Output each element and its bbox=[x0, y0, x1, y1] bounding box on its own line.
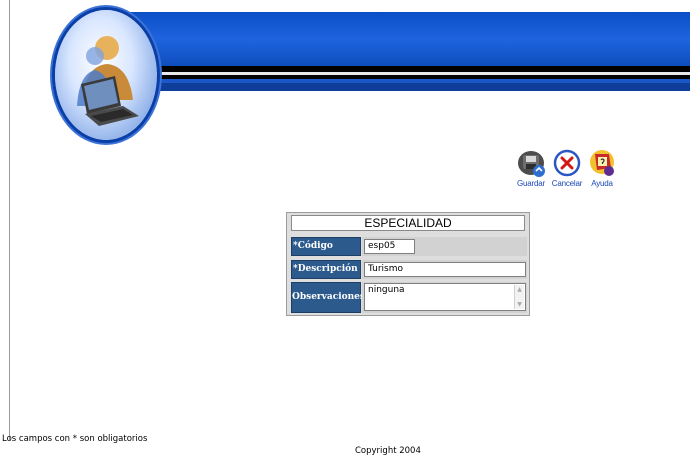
header-banner bbox=[120, 12, 690, 72]
observaciones-textarea[interactable]: ninguna ▲ ▼ bbox=[364, 283, 526, 311]
cancel-label: Cancelar bbox=[551, 179, 583, 188]
banner-stripe bbox=[140, 83, 690, 91]
codigo-input[interactable]: esp05 bbox=[364, 239, 415, 254]
help-button[interactable]: Ayuda bbox=[585, 148, 619, 188]
codigo-label: *Código bbox=[291, 237, 361, 256]
textarea-scrollbar[interactable]: ▲ ▼ bbox=[514, 285, 524, 309]
save-label: Guardar bbox=[517, 179, 545, 188]
descripcion-label: *Descripción bbox=[291, 260, 361, 279]
descripcion-input[interactable]: Turismo bbox=[364, 262, 526, 277]
scroll-up-icon[interactable]: ▲ bbox=[516, 286, 523, 293]
help-icon bbox=[590, 150, 614, 176]
observaciones-label: Observaciones bbox=[291, 282, 365, 313]
logo-emblem bbox=[55, 10, 157, 140]
especialidad-form: ESPECIALIDAD *Código esp05 *Descripción … bbox=[286, 212, 530, 316]
action-toolbar: Guardar Cancelar Ayuda bbox=[514, 148, 618, 194]
left-border bbox=[9, 0, 10, 440]
form-title: ESPECIALIDAD bbox=[291, 215, 525, 231]
cancel-button[interactable]: Cancelar bbox=[550, 148, 584, 188]
required-fields-note: Los campos con * son obligatorios bbox=[2, 434, 148, 444]
save-icon bbox=[518, 151, 545, 177]
observaciones-text: ninguna bbox=[368, 285, 405, 295]
save-button[interactable]: Guardar bbox=[514, 148, 548, 188]
cancel-icon bbox=[553, 149, 581, 177]
help-label: Ayuda bbox=[591, 179, 613, 188]
scroll-down-icon[interactable]: ▼ bbox=[516, 301, 523, 308]
